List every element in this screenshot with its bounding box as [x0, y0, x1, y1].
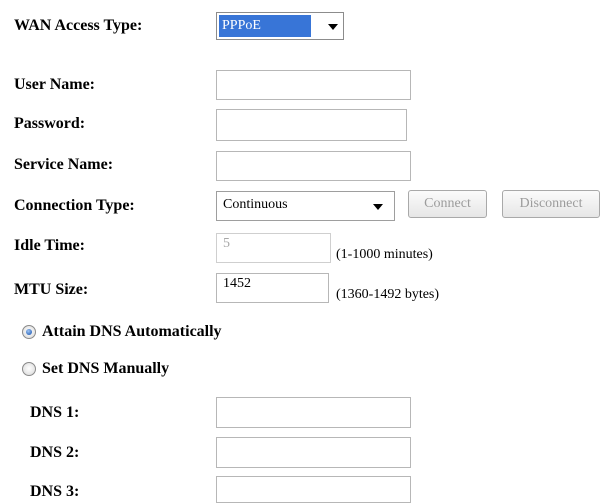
- wan-access-type-selected: PPPoE: [219, 15, 311, 37]
- password-input[interactable]: [216, 109, 407, 141]
- wan-access-type-label: WAN Access Type:: [14, 17, 143, 34]
- connection-type-select[interactable]: Continuous: [216, 191, 395, 221]
- set-dns-manually-label: Set DNS Manually: [42, 360, 170, 377]
- attain-dns-auto-label: Attain DNS Automatically: [42, 323, 222, 340]
- connect-button[interactable]: Connect: [408, 190, 487, 218]
- connection-type-selected: Continuous: [223, 197, 288, 212]
- connection-type-label: Connection Type:: [14, 197, 135, 214]
- dns2-label: DNS 2:: [30, 444, 80, 461]
- attain-dns-auto-radio[interactable]: [22, 325, 36, 339]
- user-name-input[interactable]: [216, 70, 411, 100]
- mtu-size-hint: (1360-1492 bytes): [336, 287, 440, 302]
- password-label: Password:: [14, 115, 86, 132]
- chevron-down-icon: [328, 24, 338, 30]
- mtu-size-input[interactable]: 1452: [216, 273, 329, 303]
- dns2-input[interactable]: [216, 437, 411, 468]
- service-name-label: Service Name:: [14, 156, 114, 173]
- idle-time-label: Idle Time:: [14, 237, 85, 254]
- dns1-label: DNS 1:: [30, 404, 80, 421]
- set-dns-manually-radio[interactable]: [22, 362, 36, 376]
- dns3-input[interactable]: [216, 476, 411, 503]
- mtu-size-label: MTU Size:: [14, 281, 89, 298]
- dns3-label: DNS 3:: [30, 483, 80, 500]
- idle-time-input[interactable]: 5: [216, 233, 331, 263]
- chevron-down-icon: [373, 204, 383, 210]
- dns1-input[interactable]: [216, 397, 411, 428]
- idle-time-hint: (1-1000 minutes): [336, 247, 433, 262]
- disconnect-button[interactable]: Disconnect: [502, 190, 600, 218]
- service-name-input[interactable]: [216, 151, 411, 181]
- user-name-label: User Name:: [14, 76, 96, 93]
- wan-access-type-select[interactable]: PPPoE: [216, 12, 344, 40]
